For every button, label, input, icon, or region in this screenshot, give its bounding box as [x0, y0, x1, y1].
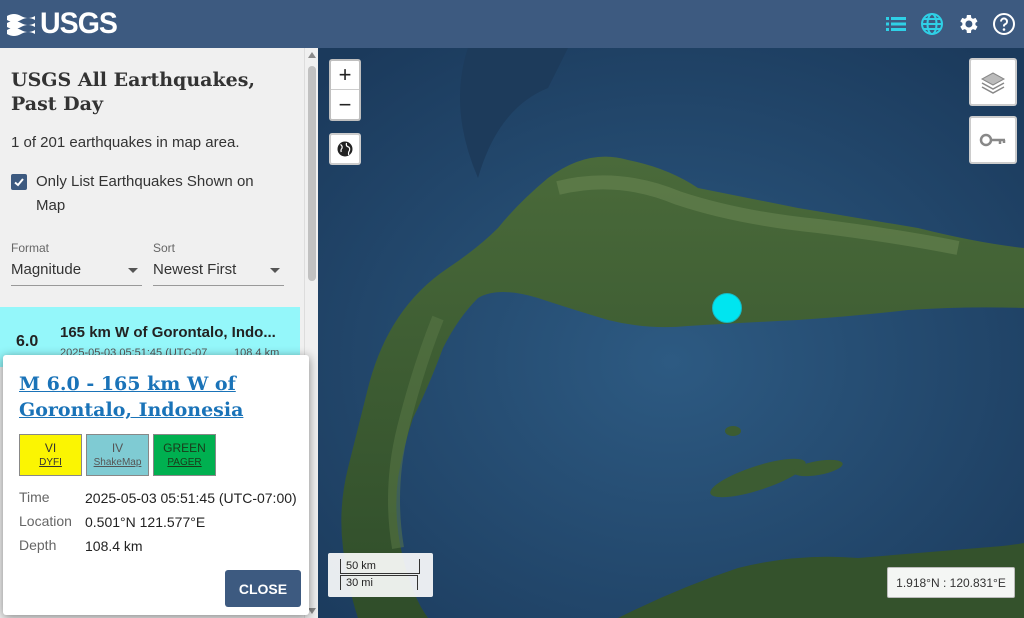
pager-value: GREEN — [163, 441, 206, 455]
close-button[interactable]: CLOSE — [225, 570, 301, 607]
scroll-up-arrow-icon[interactable] — [308, 52, 316, 58]
time-label: Time — [19, 489, 50, 505]
depth-value: 108.4 km — [85, 538, 143, 554]
earthquake-place: 165 km W of Gorontalo, Indo... — [60, 324, 276, 341]
scroll-down-arrow-icon[interactable] — [308, 608, 316, 614]
only-list-checkbox[interactable] — [11, 174, 27, 190]
layers-button[interactable] — [969, 58, 1017, 106]
map-scale: 50 km 30 mi — [328, 553, 433, 597]
list-title: USGS All Earthquakes, Past Day — [11, 69, 256, 115]
location-label: Location — [19, 513, 72, 529]
earthquake-count: 1 of 201 earthquakes in map area. — [11, 134, 240, 151]
gear-icon[interactable] — [956, 12, 980, 36]
scrollbar-thumb[interactable] — [308, 66, 316, 281]
globe-icon — [337, 141, 353, 157]
cursor-coordinates: 1.918°N : 120.831°E — [887, 567, 1015, 598]
zoom-control: + − — [329, 59, 361, 121]
time-value: 2025-05-03 05:51:45 (UTC-07:00) — [85, 490, 297, 506]
zoom-in-button[interactable]: + — [331, 61, 359, 90]
globe-icon[interactable] — [920, 12, 944, 36]
shakemap-badge[interactable]: IV ShakeMap — [86, 434, 149, 476]
sort-select[interactable]: Newest First — [153, 256, 284, 286]
only-list-label: Only List Earthquakes Shown on Map — [36, 173, 254, 214]
shakemap-label: ShakeMap — [93, 457, 142, 468]
list-icon[interactable] — [884, 12, 908, 36]
shakemap-value: IV — [111, 441, 124, 455]
only-list-option[interactable]: Only List Earthquakes Shown on Map — [11, 170, 286, 218]
chevron-down-icon — [128, 268, 138, 273]
zoom-out-button[interactable]: − — [331, 90, 359, 119]
scale-mi: 30 mi — [340, 575, 418, 590]
legend-key-button[interactable] — [969, 116, 1017, 164]
depth-label: Depth — [19, 537, 57, 553]
earthquake-popup: M 6.0 - 165 km W of Gorontalo, Indonesia… — [3, 355, 309, 615]
format-select[interactable]: Magnitude — [11, 256, 142, 286]
sort-value: Newest First — [153, 261, 237, 278]
usgs-waves-icon — [7, 14, 35, 36]
popup-title-link[interactable]: M 6.0 - 165 km W of Gorontalo, Indonesia — [19, 371, 294, 423]
layers-icon — [980, 72, 1006, 94]
app-header: USGS — [0, 0, 1024, 48]
dyfi-value: VI — [44, 441, 57, 455]
format-value: Magnitude — [11, 261, 82, 278]
pager-badge[interactable]: GREEN PAGER — [153, 434, 216, 476]
earthquake-marker[interactable] — [712, 293, 742, 323]
chevron-down-icon — [270, 268, 280, 273]
dyfi-label: DYFI — [39, 457, 62, 468]
logo-text: USGS — [40, 7, 118, 40]
location-value: 0.501°N 121.577°E — [85, 514, 206, 530]
pager-label: PAGER — [167, 457, 202, 468]
usgs-logo[interactable]: USGS — [6, 0, 119, 48]
earthquake-magnitude: 6.0 — [16, 333, 39, 350]
check-icon — [14, 178, 24, 187]
world-view-button[interactable] — [329, 133, 361, 165]
help-icon[interactable] — [992, 12, 1016, 36]
scale-km: 50 km — [340, 559, 420, 574]
map-view[interactable]: + − 50 km 30 mi 1.918°N : 120.831°E — [318, 48, 1024, 618]
format-label: Format — [11, 241, 50, 255]
dyfi-badge[interactable]: VI DYFI — [19, 434, 82, 476]
sort-label: Sort — [153, 241, 176, 255]
key-icon — [979, 133, 1006, 147]
satellite-basemap — [318, 48, 1024, 618]
